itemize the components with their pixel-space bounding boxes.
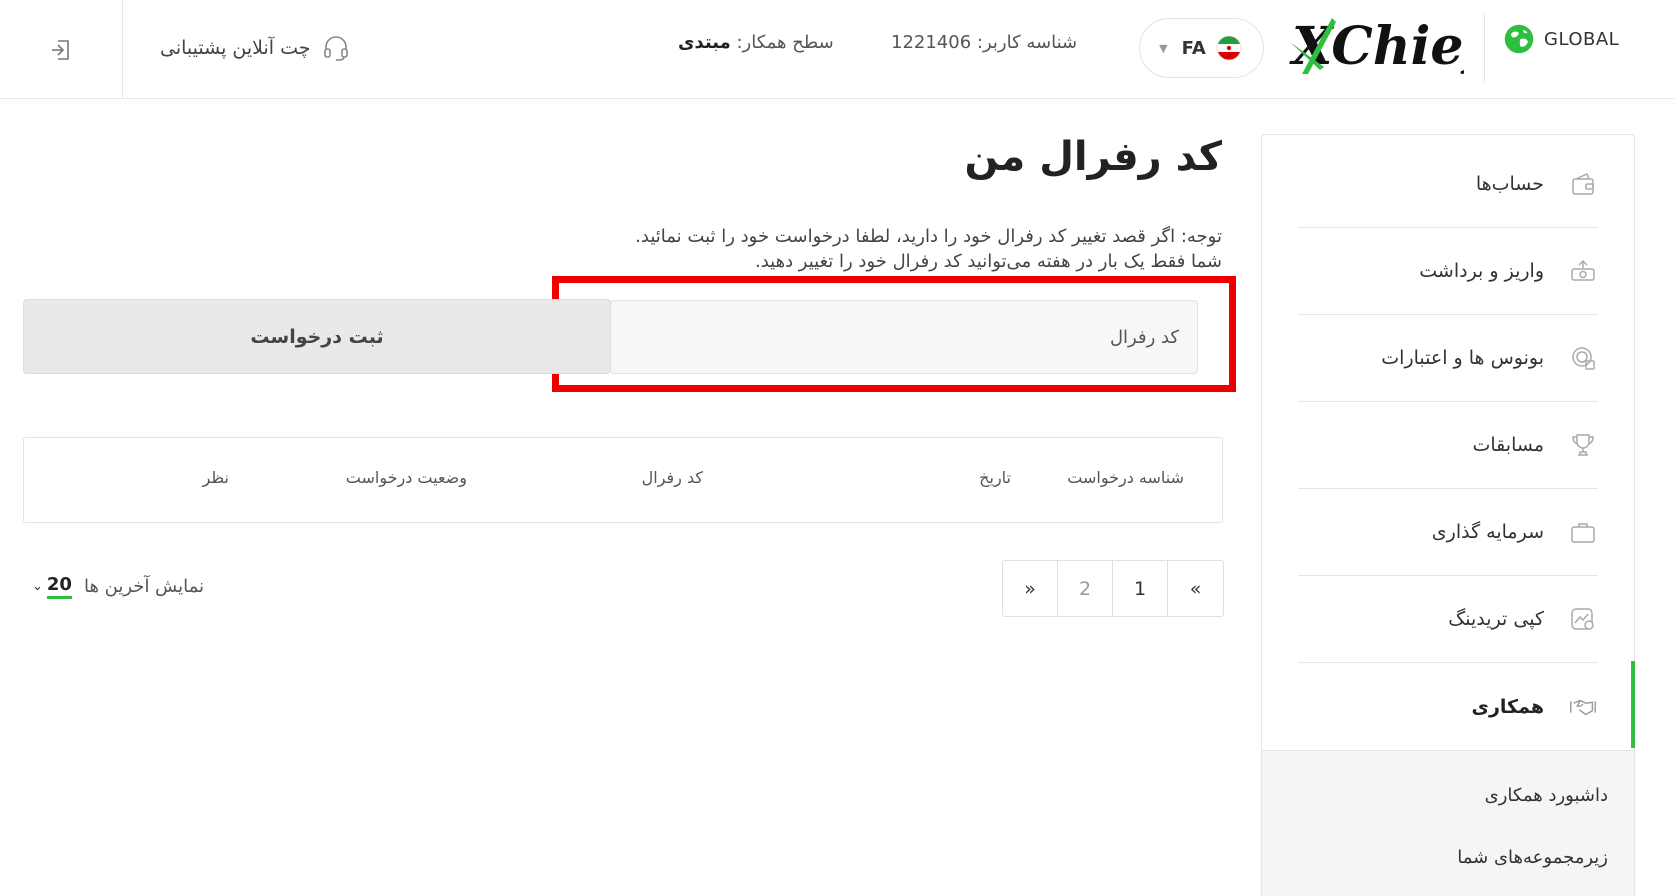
notice-line-2: شما فقط یک بار در هفته می‌توانید کد رفرا… [754, 251, 1222, 272]
sidebar-item-label: کپی تریدینگ [1448, 608, 1544, 630]
sidebar-item-label: حساب‌ها [1475, 173, 1544, 195]
referral-notice: توجه: اگر قصد تغییر کد رفرال خود را داری… [635, 224, 1222, 274]
svg-text:XChief: XChief [1289, 16, 1464, 77]
sidebar-item-label: سرمایه گذاری [1431, 521, 1544, 543]
handshake-icon [1568, 692, 1598, 722]
sidebar-item-bonuses[interactable]: بونوس ها و اعتبارات [1298, 315, 1598, 402]
globe-icon [1504, 24, 1534, 54]
submenu-your-subsets[interactable]: زیرمجموعه‌های شما [1457, 847, 1608, 868]
sidebar-item-label: واریز و برداشت [1419, 260, 1544, 282]
show-last-value: 20 [46, 574, 72, 599]
online-support-chat[interactable]: چت آنلاین پشتیبانی [160, 30, 351, 66]
logout-button[interactable] [0, 0, 123, 99]
sidebar-item-investment[interactable]: سرمایه گذاری [1298, 489, 1598, 576]
pagination-page-1[interactable]: 1 [1113, 561, 1168, 616]
show-last-label: نمایش آخرین ها [83, 576, 205, 597]
sidebar-item-competitions[interactable]: مسابقات [1298, 402, 1598, 489]
referral-code-input[interactable] [611, 301, 1197, 373]
xchief-logo[interactable]: XChief [1284, 12, 1493, 84]
sidebar-item-label: بونوس ها و اعتبارات [1381, 347, 1544, 369]
briefcase-icon [1568, 517, 1598, 547]
bonus-coin-icon [1568, 343, 1598, 373]
sidebar: حساب‌ها واریز و برداشت بونوس ها و اعتبار… [1261, 134, 1635, 896]
header-divider [1484, 14, 1485, 82]
partnership-submenu: داشبورد همکاری زیرمجموعه‌های شما [1262, 750, 1634, 896]
pagination-next[interactable]: » [1003, 561, 1058, 616]
logout-icon [46, 35, 76, 65]
pagination-prev[interactable]: « [1168, 561, 1223, 616]
pagination-page-2[interactable]: 2 [1058, 561, 1113, 616]
global-link[interactable]: GLOBAL [1504, 24, 1619, 54]
referral-code-field[interactable] [610, 300, 1198, 374]
partner-level-value: مبتدی [678, 32, 731, 53]
column-comment: نظر [202, 468, 229, 487]
pagination: » 2 1 « [1002, 560, 1224, 617]
page-title: کد رفرال من [964, 134, 1223, 180]
global-label: GLOBAL [1544, 28, 1620, 50]
user-id: شناسه کاربر: 1221406 [891, 32, 1078, 53]
column-request-status: وضعیت درخواست [345, 468, 467, 487]
top-header: چت آنلاین پشتیبانی سطح همکار: مبتدی شناس… [0, 0, 1674, 99]
sidebar-item-label: همکاری [1471, 695, 1544, 718]
sidebar-item-partnership[interactable]: همکاری [1298, 663, 1598, 750]
support-label: چت آنلاین پشتیبانی [160, 37, 311, 59]
trophy-icon [1568, 430, 1598, 460]
sidebar-item-accounts[interactable]: حساب‌ها [1298, 141, 1598, 228]
sidebar-item-label: مسابقات [1472, 434, 1545, 456]
submenu-partner-dashboard[interactable]: داشبورد همکاری [1485, 785, 1608, 806]
iran-flag-icon [1214, 33, 1244, 63]
copy-trading-icon [1568, 604, 1598, 634]
requests-table-header: شناسه درخواست تاریخ کد رفرال وضعیت درخوا… [23, 437, 1223, 523]
column-request-id: شناسه درخواست [1067, 468, 1184, 487]
language-selector[interactable]: ▼ FA [1139, 18, 1264, 78]
headset-icon [321, 33, 351, 63]
language-code: FA [1181, 37, 1206, 59]
active-indicator [1631, 661, 1635, 748]
sidebar-item-copy-trading[interactable]: کپی تریدینگ [1298, 576, 1598, 663]
partner-level-label: سطح همکار: [736, 32, 834, 53]
submit-request-button[interactable]: ثبت درخواست [23, 299, 611, 374]
notice-line-1: توجه: اگر قصد تغییر کد رفرال خود را داری… [635, 226, 1222, 247]
column-date: تاریخ [979, 468, 1011, 487]
chevron-down-icon: ⌄ [32, 579, 43, 594]
sidebar-item-deposit-withdraw[interactable]: واریز و برداشت [1298, 228, 1598, 315]
column-referral-code: کد رفرال [641, 468, 703, 487]
wallet-icon [1568, 169, 1598, 199]
partner-level: سطح همکار: مبتدی [678, 32, 834, 53]
show-last-selector[interactable]: ⌄ 20 نمایش آخرین ها [32, 574, 204, 599]
money-transfer-icon [1568, 256, 1598, 286]
chevron-down-icon: ▼ [1159, 41, 1168, 55]
